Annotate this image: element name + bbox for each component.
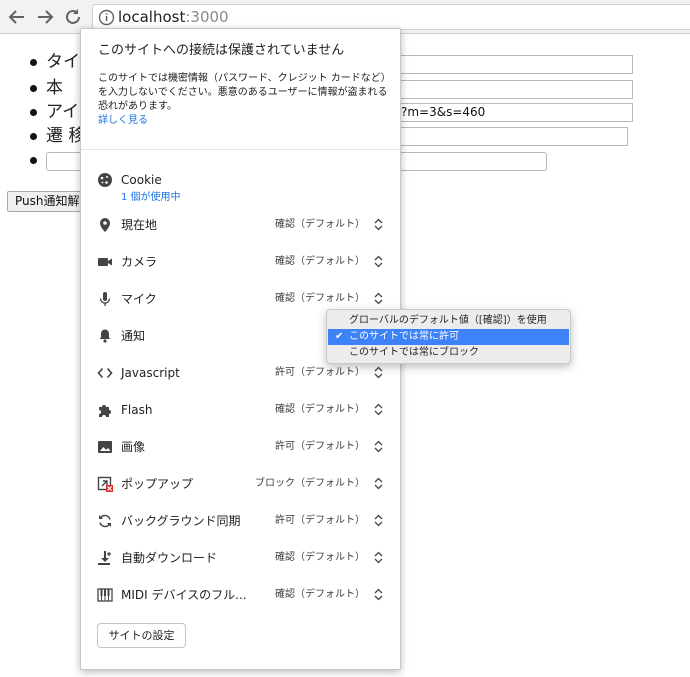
select-caret-icon [374,551,383,564]
permission-select[interactable]: 確認（デフォルト） [275,551,365,565]
permission-row-javascript: Javascript 許可（デフォルト） [81,362,400,384]
page-input-3[interactable]: ?m=3&s=460 [398,103,633,122]
permission-select[interactable]: 確認（デフォルト） [275,403,365,417]
connection-warning-description: このサイトでは機密情報（パスワード、クレジット カードなど）を入力しないでくださ… [98,73,388,112]
permission-label: Flash [121,403,153,417]
address-bar[interactable]: localhost:3000 [92,4,690,30]
back-arrow-icon [8,10,24,24]
dropdown-option-default[interactable]: グローバルのデフォルト値（[確認]）を使用 [328,313,569,329]
permission-select[interactable]: ブロック（デフォルト） [255,477,365,491]
select-caret-icon [374,477,383,490]
select-caret-icon [374,514,383,527]
list-item: 遷 移 [30,126,85,146]
site-settings-button[interactable]: サイトの設定 [97,623,186,648]
permission-select[interactable]: 許可（デフォルト） [275,366,365,380]
list-item: アイ [30,102,79,122]
dropdown-option-block[interactable]: このサイトでは常にブロック [328,345,569,361]
permission-row-midi: MIDI デバイスのフル... 確認（デフォルト） [81,584,400,606]
permission-select[interactable]: 確認（デフォルト） [275,218,365,232]
microphone-icon [97,291,113,307]
list-item: 本 [30,78,63,98]
forward-arrow-icon [38,10,54,24]
reload-icon [66,9,80,24]
dropdown-option-allow[interactable]: ✔ このサイトでは常に許可 [328,329,569,345]
forward-button[interactable] [34,6,56,28]
permission-select[interactable]: 確認（デフォルト） [275,292,365,306]
permission-label: 現在地 [121,218,158,232]
permission-label: 画像 [121,440,146,454]
permission-label: ポップアップ [121,477,194,491]
permission-label: 通知 [121,329,146,343]
cookie-row[interactable]: Cookie 1 個が使用中 [81,169,400,204]
cookie-icon [97,172,113,188]
page-input-1[interactable] [398,55,633,74]
permission-label: カメラ [121,255,158,269]
cookie-label: Cookie [121,173,162,187]
permission-select[interactable]: 許可（デフォルト） [275,514,365,528]
url-text: localhost:3000 [118,8,229,26]
piano-keys-icon [97,587,113,603]
connection-warning-title: このサイトへの接続は保護されていません [98,43,345,58]
checkmark-icon: ✔ [335,331,344,342]
url-host: localhost [118,8,186,26]
permission-row-flash: Flash 確認（デフォルト） [81,399,400,421]
permission-row-background-sync: バックグラウンド同期 許可（デフォルト） [81,510,400,532]
reload-button[interactable] [62,6,84,28]
puzzle-icon [97,402,113,418]
cookie-usage-link[interactable]: 1 個が使用中 [121,191,181,204]
permission-select[interactable]: 許可（デフォルト） [275,440,365,454]
bell-icon [97,328,113,344]
popup-blocked-icon [97,476,113,492]
permission-select[interactable]: 確認（デフォルト） [275,588,365,602]
image-icon [97,439,113,455]
permission-select[interactable]: 確認（デフォルト） [275,255,365,269]
url-port: :3000 [185,8,229,26]
select-caret-icon [374,403,383,416]
permission-row-auto-download: 自動ダウンロード 確認（デフォルト） [81,547,400,569]
code-icon [97,365,113,381]
permission-label: MIDI デバイスのフル... [121,588,247,602]
select-caret-icon [374,218,383,231]
permission-row-microphone: マイク 確認（デフォルト） [81,288,400,310]
permission-row-popups: ポップアップ ブロック（デフォルト） [81,473,400,495]
camera-icon [97,254,113,270]
permission-row-camera: カメラ 確認（デフォルト） [81,251,400,273]
page-input-4[interactable] [398,127,628,146]
sync-icon [97,513,113,529]
dropdown-option-label: このサイトでは常に許可 [349,331,459,342]
list-item: タイ [30,52,80,72]
select-caret-icon [374,588,383,601]
select-caret-icon [374,292,383,305]
download-icon [97,550,113,566]
select-caret-icon [374,440,383,453]
page-input-2[interactable] [398,80,633,99]
permission-label: バックグラウンド同期 [121,514,241,528]
permission-row-images: 画像 許可（デフォルト） [81,436,400,458]
learn-more-link[interactable]: 詳しく見る [98,114,148,127]
select-caret-icon [374,255,383,268]
back-button[interactable] [6,6,28,28]
popup-divider [81,149,400,150]
permission-label: Javascript [121,366,180,380]
permission-row-location: 現在地 確認（デフォルト） [81,214,400,236]
location-pin-icon [97,217,113,233]
permission-label: マイク [121,292,157,306]
list-item [30,150,46,170]
select-caret-icon [374,366,383,379]
permission-label: 自動ダウンロード [121,551,218,565]
notification-permission-dropdown: グローバルのデフォルト値（[確認]）を使用 ✔ このサイトでは常に許可 このサイ… [326,309,571,364]
site-info-icon[interactable] [98,9,115,26]
